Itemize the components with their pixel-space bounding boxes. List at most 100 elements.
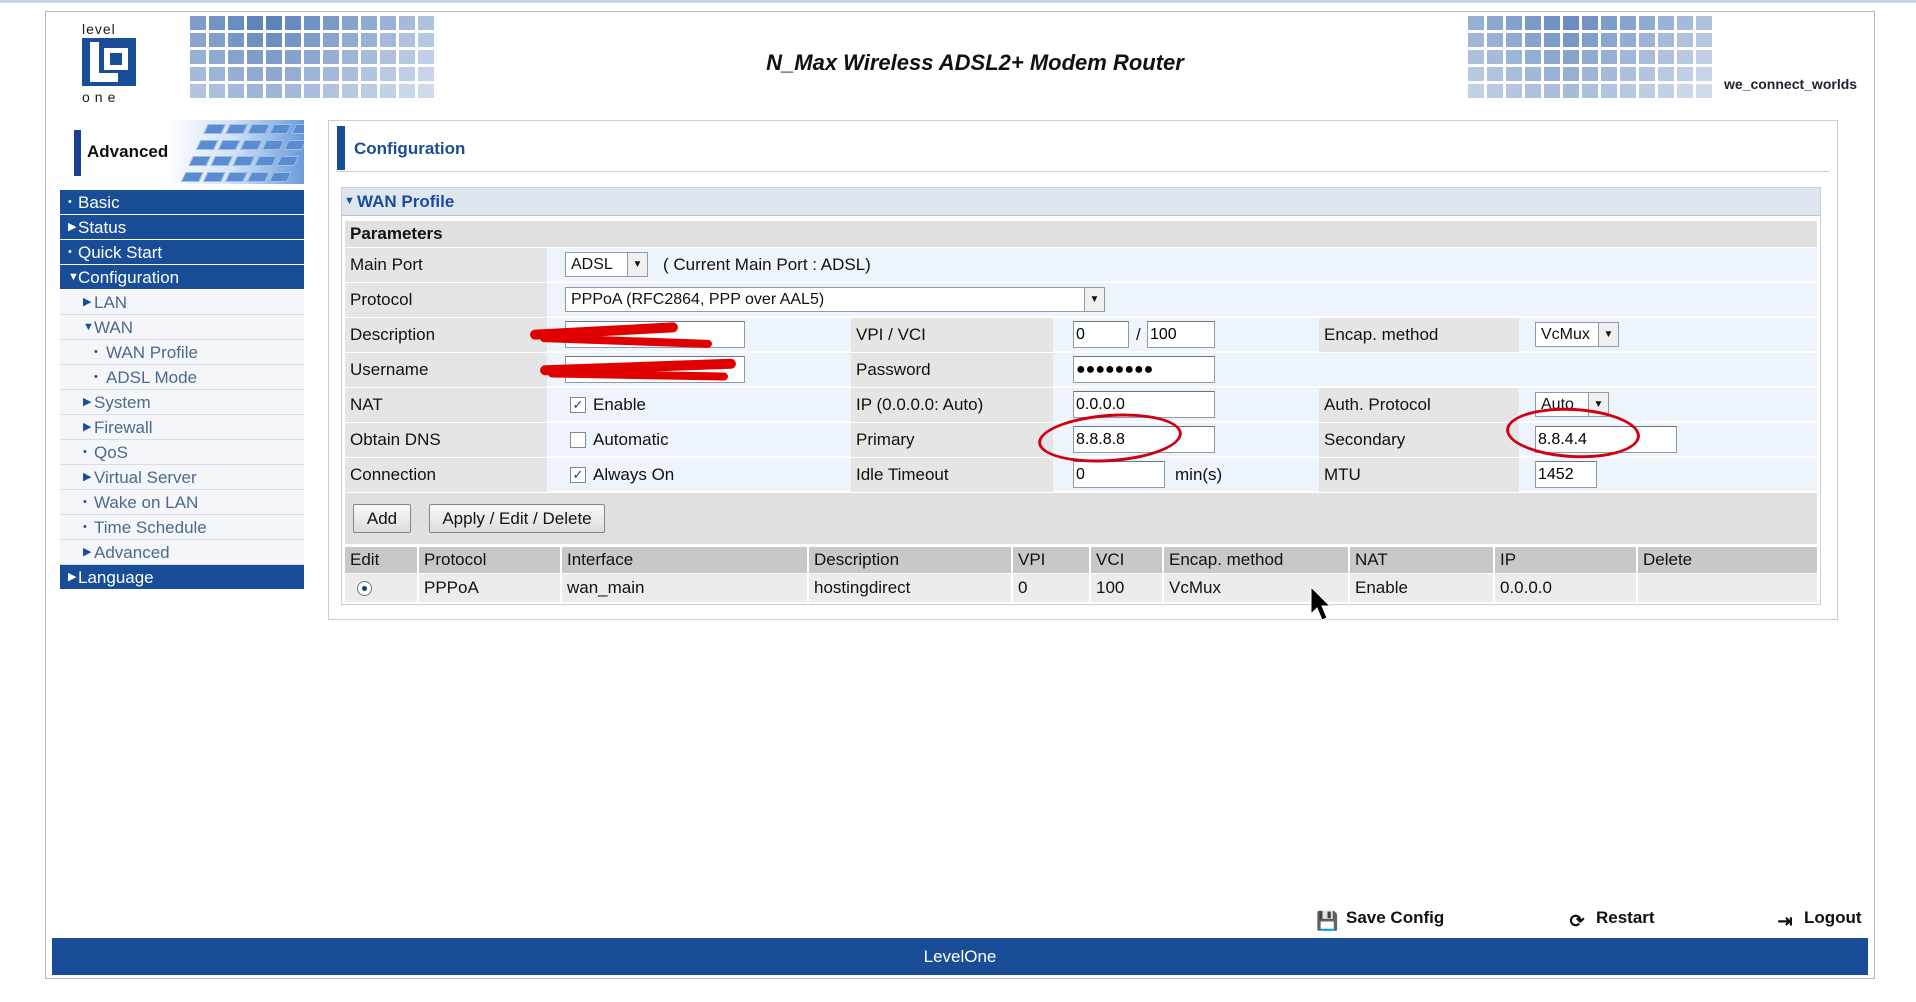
mosaic-tile xyxy=(1677,84,1693,98)
add-button[interactable]: Add xyxy=(353,504,411,533)
vpi-input[interactable]: 0 xyxy=(1073,321,1129,348)
mosaic-tile xyxy=(323,16,339,30)
menu-language[interactable]: ▶ Language xyxy=(60,565,304,590)
nat-label: NAT xyxy=(345,388,547,422)
menu-quick-start[interactable]: • Quick Start xyxy=(60,240,304,265)
col-nat: NAT xyxy=(1350,547,1493,573)
menu-adsl-mode[interactable]: • ADSL Mode xyxy=(60,365,304,390)
mosaic-tile xyxy=(361,67,377,81)
menu-system[interactable]: ▶ System xyxy=(60,390,304,415)
mosaic-tile xyxy=(1544,33,1560,47)
page-title: N_Max Wireless ADSL2+ Modem Router xyxy=(766,50,1184,75)
mosaic-tile xyxy=(1563,50,1579,64)
mtu-label: MTU xyxy=(1319,458,1519,492)
logout-button[interactable]: ⇥ Logout xyxy=(1774,908,1861,931)
cell-interface: wan_main xyxy=(562,574,807,602)
mosaic-tile xyxy=(228,67,244,81)
vci-input[interactable]: 100 xyxy=(1147,321,1215,348)
mosaic-tile xyxy=(1658,33,1674,47)
mosaic-tile xyxy=(1506,84,1522,98)
cell-description: hostingdirect xyxy=(809,574,1011,602)
cell-ip: 0.0.0.0 xyxy=(1495,574,1636,602)
description-label: Description xyxy=(345,318,547,352)
sidebar-menu: • Basic ▶ Status • Quick Start ▼ Configurati… xyxy=(60,190,304,590)
mosaic-tile xyxy=(418,16,434,30)
menu-basic[interactable]: • Basic xyxy=(60,190,304,215)
always-on-checkbox[interactable]: ✓ xyxy=(570,467,586,483)
username-label: Username xyxy=(345,353,547,387)
encap-select[interactable]: VcMux ▼ xyxy=(1535,322,1619,347)
mosaic-tile xyxy=(304,50,320,64)
idle-timeout-input[interactable]: 0 xyxy=(1073,461,1165,488)
col-delete: Delete xyxy=(1638,547,1817,573)
dropdown-arrow-icon: ▼ xyxy=(627,253,647,276)
bullet-icon: • xyxy=(83,496,87,508)
mosaic-tile xyxy=(1468,50,1484,64)
mosaic-tile xyxy=(190,67,206,81)
menu-qos[interactable]: • QoS xyxy=(60,440,304,465)
menu-configuration[interactable]: ▼ Configuration xyxy=(60,265,304,290)
menu-wan-profile[interactable]: • WAN Profile xyxy=(60,340,304,365)
col-description: Description xyxy=(809,547,1011,573)
menu-lan[interactable]: ▶ LAN xyxy=(60,290,304,315)
parameters-heading: Parameters xyxy=(345,221,1817,247)
mtu-input[interactable]: 1452 xyxy=(1535,461,1597,488)
mosaic-tile xyxy=(209,84,225,98)
mosaic-tile xyxy=(247,84,263,98)
apply-edit-delete-button[interactable]: Apply / Edit / Delete xyxy=(429,504,605,533)
wan-profile-box: ▼ WAN Profile Parameters Main Port ADSL ▼… xyxy=(341,187,1821,605)
menu-time-schedule[interactable]: • Time Schedule xyxy=(60,515,304,540)
col-encap: Encap. method xyxy=(1164,547,1348,573)
mosaic-tile xyxy=(1487,16,1503,30)
menu-wake-on-lan[interactable]: • Wake on LAN xyxy=(60,490,304,515)
mosaic-tile xyxy=(361,16,377,30)
mosaic-tile xyxy=(342,16,358,30)
mosaic-tile xyxy=(1601,67,1617,81)
mosaic-tile xyxy=(399,33,415,47)
save-config-button[interactable]: 💾 Save Config xyxy=(1316,908,1444,931)
obtain-dns-checkbox[interactable] xyxy=(570,432,586,448)
password-input[interactable]: ●●●●●●●● xyxy=(1073,356,1215,383)
menu-status[interactable]: ▶ Status xyxy=(60,215,304,240)
nat-checkbox[interactable]: ✓ xyxy=(570,397,586,413)
mosaic-tile xyxy=(1620,84,1636,98)
mosaic-tile xyxy=(1468,84,1484,98)
bullet-icon: • xyxy=(94,371,98,383)
wan-profile-header[interactable]: ▼ WAN Profile xyxy=(342,188,1820,216)
col-interface: Interface xyxy=(562,547,807,573)
mouse-cursor-icon xyxy=(1310,586,1332,621)
mosaic-tile xyxy=(1601,84,1617,98)
mosaic-tile xyxy=(418,33,434,47)
mosaic-tile xyxy=(1563,33,1579,47)
top-border xyxy=(0,0,1916,3)
connection-label: Connection xyxy=(345,458,547,492)
mosaic-tile xyxy=(323,67,339,81)
main-port-select[interactable]: ADSL ▼ xyxy=(565,252,648,277)
mosaic-tile xyxy=(380,84,396,98)
mosaic-tile xyxy=(1620,16,1636,30)
mosaic-tile xyxy=(1696,67,1712,81)
menu-virtual-server[interactable]: ▶ Virtual Server xyxy=(60,465,304,490)
menu-advanced[interactable]: ▶ Advanced xyxy=(60,540,304,565)
menu-wan[interactable]: ▼ WAN xyxy=(60,315,304,340)
chevron-right-icon: ▶ xyxy=(83,296,92,308)
collapse-icon: ▼ xyxy=(344,195,355,207)
restart-button[interactable]: ⟳ Restart xyxy=(1566,908,1654,931)
chevron-right-icon: ▶ xyxy=(68,221,77,233)
idle-timeout-unit: min(s) xyxy=(1175,465,1223,484)
mosaic-tile xyxy=(361,33,377,47)
mosaic-tile xyxy=(247,67,263,81)
menu-firewall[interactable]: ▶ Firewall xyxy=(60,415,304,440)
mosaic-tile xyxy=(190,33,206,47)
chevron-right-icon: ▶ xyxy=(83,471,92,483)
mosaic-tile xyxy=(1620,67,1636,81)
mosaic-tile xyxy=(266,84,282,98)
header-mosaic-left xyxy=(190,16,434,98)
configuration-header: Configuration xyxy=(337,126,1829,172)
obtain-dns-label: Obtain DNS xyxy=(345,423,547,457)
mosaic-tile xyxy=(1639,33,1655,47)
protocol-select[interactable]: PPPoA (RFC2864, PPP over AAL5) ▼ xyxy=(565,287,1105,312)
mosaic-tile xyxy=(380,16,396,30)
mosaic-tile xyxy=(1658,16,1674,30)
edit-radio[interactable] xyxy=(357,581,372,596)
